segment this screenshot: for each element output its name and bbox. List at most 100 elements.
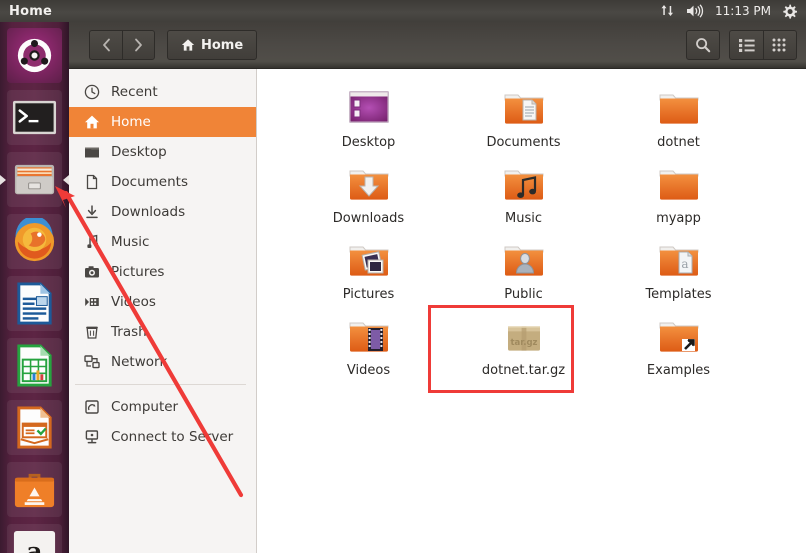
svg-text:a: a xyxy=(681,257,688,271)
breadcrumb-home[interactable]: Home xyxy=(167,30,258,60)
sidebar-item-pictures[interactable]: Pictures xyxy=(69,257,256,287)
panel-title: Home xyxy=(9,3,52,19)
places-sidebar: Recent Home Desktop Documents Downloads … xyxy=(69,69,257,553)
top-panel: Home 11:13 PM xyxy=(0,0,806,22)
sidebar-label: Pictures xyxy=(111,264,165,280)
network-icon xyxy=(83,354,100,371)
server-icon xyxy=(83,429,100,446)
trash-icon xyxy=(83,324,100,341)
file-item-downloads[interactable]: Downloads xyxy=(291,161,446,237)
list-view-button[interactable] xyxy=(729,30,763,60)
gear-icon[interactable] xyxy=(782,4,797,19)
volume-icon[interactable] xyxy=(686,4,704,18)
music-icon xyxy=(83,234,100,251)
desktop-folder-icon xyxy=(345,85,393,133)
sidebar-item-computer[interactable]: Computer xyxy=(69,392,256,422)
clock-icon xyxy=(83,84,100,101)
grid-view-button[interactable] xyxy=(763,30,797,60)
chevron-right-icon xyxy=(135,38,142,52)
examples-link-folder-icon xyxy=(655,313,703,361)
panel-clock[interactable]: 11:13 PM xyxy=(715,4,771,18)
back-button[interactable] xyxy=(89,30,122,60)
documents-folder-icon xyxy=(500,85,548,133)
file-label: Public xyxy=(504,287,543,302)
file-item-dotnet[interactable]: dotnet xyxy=(601,85,756,161)
file-item-music[interactable]: Music xyxy=(446,161,601,237)
launcher-item-libreoffice-writer[interactable] xyxy=(7,276,62,331)
launcher-item-ubuntu-dash[interactable] xyxy=(7,28,62,83)
launcher-item-firefox[interactable] xyxy=(7,214,62,269)
sidebar-label: Trash xyxy=(111,324,147,340)
file-item-videos[interactable]: Videos xyxy=(291,313,446,389)
launcher-item-amazon[interactable]: a xyxy=(7,524,62,553)
desktop-icon xyxy=(83,144,100,161)
file-label: Music xyxy=(505,211,542,226)
sidebar-item-network[interactable]: Network xyxy=(69,347,256,377)
forward-button[interactable] xyxy=(122,30,155,60)
panel-indicators: 11:13 PM xyxy=(660,4,806,19)
grid-view-icon xyxy=(772,38,786,52)
sidebar-label: Desktop xyxy=(111,144,167,160)
sidebar-item-desktop[interactable]: Desktop xyxy=(69,137,256,167)
network-updown-icon[interactable] xyxy=(660,4,675,18)
file-manager-window: Home Recent Home Desktop Documents Downl… xyxy=(69,22,806,553)
search-button[interactable] xyxy=(686,30,720,60)
file-label: Templates xyxy=(645,287,712,302)
archive-targz-icon: tar.gz xyxy=(500,313,548,361)
sidebar-label: Connect to Server xyxy=(111,429,234,445)
sidebar-item-trash[interactable]: Trash xyxy=(69,317,256,347)
file-item-examples[interactable]: Examples xyxy=(601,313,756,389)
sidebar-item-music[interactable]: Music xyxy=(69,227,256,257)
file-label: Documents xyxy=(486,135,561,150)
launcher-item-ubuntu-software[interactable] xyxy=(7,462,62,517)
file-item-pictures[interactable]: Pictures xyxy=(291,237,446,313)
toolbar-right-buttons xyxy=(686,30,797,60)
sidebar-label: Computer xyxy=(111,399,179,415)
list-view-icon xyxy=(738,38,755,52)
breadcrumb-label: Home xyxy=(201,37,244,53)
camera-icon xyxy=(83,264,100,281)
file-label: myapp xyxy=(656,211,701,226)
videos-folder-icon xyxy=(345,313,393,361)
folder-icon xyxy=(655,85,703,133)
sidebar-item-downloads[interactable]: Downloads xyxy=(69,197,256,227)
music-folder-icon xyxy=(500,161,548,209)
sidebar-separator xyxy=(75,384,246,385)
file-label: Downloads xyxy=(332,211,405,226)
ubuntu-desktop: Home 11:13 PM a Home Recent Home Desktop… xyxy=(0,0,806,553)
sidebar-item-connect-to-server[interactable]: Connect to Server xyxy=(69,422,256,452)
home-icon xyxy=(83,114,100,131)
chevron-left-icon xyxy=(102,38,110,52)
download-icon xyxy=(83,204,100,221)
sidebar-label: Music xyxy=(111,234,150,250)
navigation-buttons xyxy=(89,30,155,60)
templates-folder-icon: a xyxy=(655,237,703,285)
file-item-public[interactable]: Public xyxy=(446,237,601,313)
launcher-item-files[interactable] xyxy=(0,152,69,207)
launcher-item-terminal[interactable] xyxy=(7,90,62,145)
sidebar-item-documents[interactable]: Documents xyxy=(69,167,256,197)
file-item-desktop[interactable]: Desktop xyxy=(291,85,446,161)
file-item-documents[interactable]: Documents xyxy=(446,85,601,161)
svg-text:a: a xyxy=(27,536,43,553)
launcher-item-libreoffice-calc[interactable] xyxy=(7,338,62,393)
launcher-item-libreoffice-impress[interactable] xyxy=(7,400,62,455)
file-label: Videos xyxy=(346,363,391,378)
file-label: dotnet.tar.gz xyxy=(481,363,566,378)
file-manager-toolbar: Home xyxy=(69,22,806,69)
pictures-folder-icon xyxy=(345,237,393,285)
svg-text:tar.gz: tar.gz xyxy=(510,338,537,348)
sidebar-item-recent[interactable]: Recent xyxy=(69,77,256,107)
sidebar-item-videos[interactable]: Videos xyxy=(69,287,256,317)
sidebar-label: Recent xyxy=(111,84,158,100)
file-item-myapp[interactable]: myapp xyxy=(601,161,756,237)
file-grid: Desktop Documents dotnet Downloads Music… xyxy=(291,85,806,389)
file-label: Pictures xyxy=(342,287,395,302)
file-item-templates[interactable]: a Templates xyxy=(601,237,756,313)
file-grid-pane: Desktop Documents dotnet Downloads Music… xyxy=(258,69,806,553)
search-icon xyxy=(696,38,711,53)
file-label: Examples xyxy=(646,363,711,378)
file-item-dotnet-targz[interactable]: tar.gz dotnet.tar.gz xyxy=(446,313,601,389)
video-icon xyxy=(83,294,100,311)
sidebar-item-home[interactable]: Home xyxy=(69,107,256,137)
